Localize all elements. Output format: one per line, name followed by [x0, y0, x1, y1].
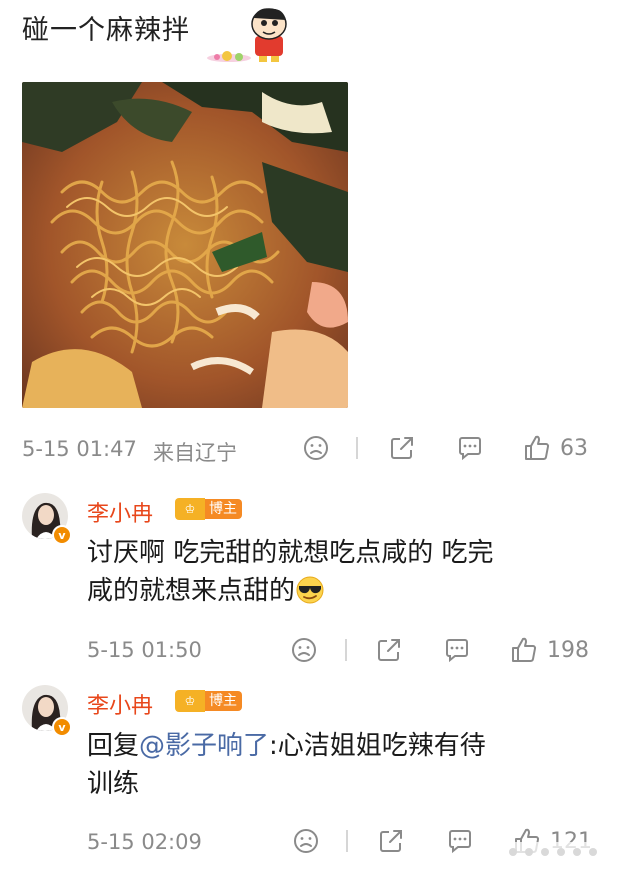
mention-link[interactable]: @影子响了 — [139, 731, 269, 761]
thumbs-up-icon — [509, 635, 539, 665]
verified-v-badge: v — [52, 525, 72, 545]
blogger-badge-label: 博主 — [205, 691, 242, 711]
comment-time: 5-15 02:09 — [87, 830, 202, 854]
post-time: 5-15 01:47 — [22, 437, 137, 461]
sunglasses-emoji — [295, 575, 325, 616]
verified-v-badge: v — [52, 717, 72, 737]
comment-icon[interactable] — [446, 827, 474, 855]
comment-text: 讨厌啊 吃完甜的就想吃点咸的 吃完 咸的就想来点甜的 — [87, 534, 597, 616]
like-button[interactable]: 63 — [522, 433, 588, 463]
separator — [346, 830, 348, 852]
comment-text-line: 训练 — [87, 769, 140, 799]
comment-text-line: 咸的就想来点甜的 — [87, 572, 597, 616]
like-count: 63 — [560, 435, 588, 461]
blogger-badge: ♔ 博主 — [175, 690, 242, 712]
comment-text-fragment: :心洁姐姐吃辣有待 — [269, 731, 486, 761]
comment-username[interactable]: 李小冉 — [87, 496, 153, 528]
thumbs-up-icon — [522, 433, 552, 463]
frown-icon[interactable] — [290, 636, 318, 664]
crown-icon: ♔ — [175, 498, 205, 520]
comment-time: 5-15 01:50 — [87, 638, 202, 662]
watermark — [501, 836, 611, 866]
like-count: 198 — [547, 637, 589, 663]
frown-icon[interactable] — [292, 827, 320, 855]
share-icon[interactable] — [388, 434, 416, 462]
comment-text-line: 回复@影子响了:心洁姐姐吃辣有待 — [87, 727, 597, 765]
share-icon[interactable] — [375, 636, 403, 664]
reply-prefix: 回复 — [87, 731, 140, 761]
cartoon-sticker — [203, 6, 295, 66]
comment-icon[interactable] — [443, 636, 471, 664]
post-title: 碰一个麻辣拌 — [22, 15, 190, 46]
post-photo[interactable] — [22, 82, 348, 408]
share-icon[interactable] — [377, 827, 405, 855]
comment-text-fragment: 咸的就想来点甜的 — [87, 576, 296, 606]
crown-icon: ♔ — [175, 690, 205, 712]
comment-username[interactable]: 李小冉 — [87, 688, 153, 720]
blogger-badge-label: 博主 — [205, 499, 242, 519]
separator — [356, 437, 358, 459]
blogger-badge: ♔ 博主 — [175, 498, 242, 520]
comment-text-line: 讨厌啊 吃完甜的就想吃点咸的 吃完 — [87, 538, 494, 568]
frown-icon[interactable] — [302, 434, 330, 462]
comment-icon[interactable] — [456, 434, 484, 462]
separator — [345, 639, 347, 661]
post-source: 来自辽宁 — [153, 441, 237, 465]
like-button[interactable]: 198 — [509, 635, 589, 665]
comment-text: 回复@影子响了:心洁姐姐吃辣有待 训练 — [87, 727, 597, 803]
